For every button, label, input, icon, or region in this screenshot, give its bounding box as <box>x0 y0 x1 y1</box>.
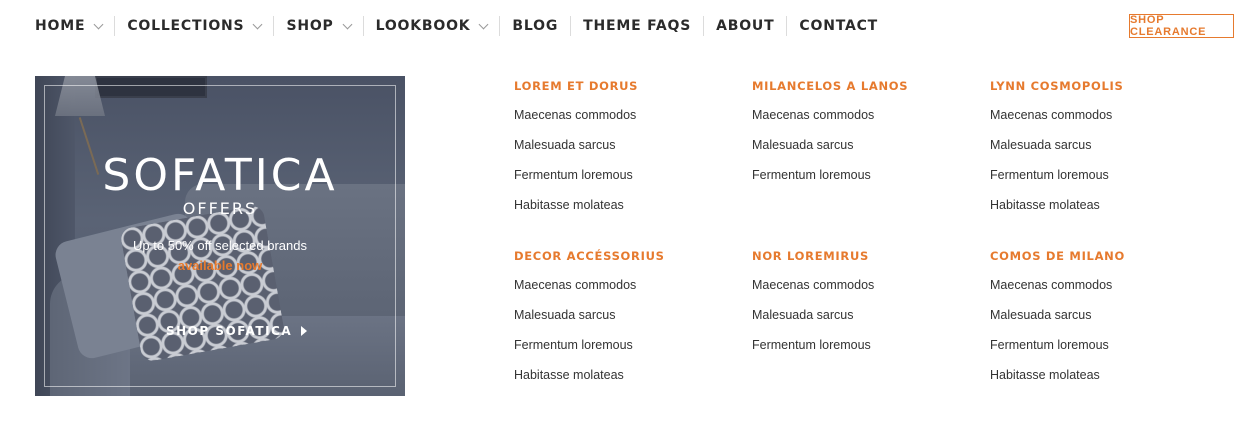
menu-column: MILANCELOS A LANOS Maecenas commodos Mal… <box>752 77 972 196</box>
promo-frame <box>44 85 396 387</box>
nav-item-lookbook[interactable]: LOOKBOOK <box>362 16 500 36</box>
nav-item-label: THEME FAQS <box>583 18 692 34</box>
nav-item-contact[interactable]: CONTACT <box>786 16 890 36</box>
promo-subtitle: OFFERS <box>182 199 258 218</box>
menu-heading[interactable]: MILANCELOS A LANOS <box>752 77 972 95</box>
nav-item-theme-faqs[interactable]: THEME FAQS <box>570 16 703 36</box>
menu-link-list: Maecenas commodos Malesuada sarcus Ferme… <box>752 276 972 366</box>
main-navigation: HOME COLLECTIONS SHOP LOOKBOOK BLOG THEM… <box>0 0 1250 52</box>
menu-link[interactable]: Malesuada sarcus <box>514 306 734 336</box>
menu-heading[interactable]: LYNN COSMOPOLIS <box>990 77 1210 95</box>
nav-item-label: CONTACT <box>799 18 879 34</box>
menu-heading[interactable]: COMOS DE MILANO <box>990 247 1210 265</box>
menu-link[interactable]: Habitasse molateas <box>990 366 1210 396</box>
menu-link[interactable]: Habitasse molateas <box>990 196 1210 226</box>
menu-link[interactable]: Maecenas commodos <box>514 276 734 306</box>
nav-item-shop[interactable]: SHOP <box>273 16 362 36</box>
menu-link-list: Maecenas commodos Malesuada sarcus Ferme… <box>752 106 972 196</box>
menu-link[interactable]: Maecenas commodos <box>990 106 1210 136</box>
menu-link-list: Maecenas commodos Malesuada sarcus Ferme… <box>514 106 734 226</box>
menu-column: COMOS DE MILANO Maecenas commodos Malesu… <box>990 247 1210 396</box>
nav-item-collections[interactable]: COLLECTIONS <box>114 16 273 36</box>
menu-link[interactable]: Fermentum loremous <box>990 166 1210 196</box>
menu-link[interactable]: Malesuada sarcus <box>514 136 734 166</box>
menu-link[interactable]: Maecenas commodos <box>990 276 1210 306</box>
menu-link[interactable]: Malesuada sarcus <box>752 136 972 166</box>
shop-clearance-label: SHOP CLEARANCE <box>1130 14 1207 38</box>
nav-list: HOME COLLECTIONS SHOP LOOKBOOK BLOG THEM… <box>35 16 890 36</box>
menu-link[interactable]: Malesuada sarcus <box>990 136 1210 166</box>
promo-title: SOFATICA <box>102 150 338 201</box>
nav-item-home[interactable]: HOME <box>35 16 114 36</box>
menu-link[interactable]: Fermentum loremous <box>514 336 734 366</box>
promo-banner[interactable]: SOFATICA OFFERS Up to 50% off selected b… <box>35 76 405 396</box>
nav-item-blog[interactable]: BLOG <box>499 16 570 36</box>
menu-heading[interactable]: DECOR ACCÉSSORIUS <box>514 247 734 265</box>
menu-link-list: Maecenas commodos Malesuada sarcus Ferme… <box>990 276 1210 396</box>
menu-link[interactable]: Maecenas commodos <box>752 106 972 136</box>
caret-right-icon <box>301 326 308 336</box>
nav-item-label: BLOG <box>512 18 559 34</box>
menu-link[interactable]: Maecenas commodos <box>514 106 734 136</box>
menu-heading[interactable]: NOR LOREMIRUS <box>752 247 972 265</box>
menu-link[interactable]: Maecenas commodos <box>752 276 972 306</box>
menu-link[interactable]: Fermentum loremous <box>514 166 734 196</box>
menu-link[interactable]: Malesuada sarcus <box>990 306 1210 336</box>
nav-item-label: COLLECTIONS <box>127 18 245 34</box>
menu-link[interactable]: Habitasse molateas <box>514 196 734 226</box>
menu-link[interactable]: Fermentum loremous <box>752 336 972 366</box>
shop-sofatica-link[interactable]: SHOP SOFATICA <box>166 324 308 338</box>
nav-item-label: SHOP <box>286 18 334 34</box>
nav-item-label: HOME <box>35 18 86 34</box>
menu-column: DECOR ACCÉSSORIUS Maecenas commodos Male… <box>514 247 734 396</box>
promo-cta-label: SHOP SOFATICA <box>166 324 293 338</box>
nav-item-about[interactable]: ABOUT <box>703 16 786 36</box>
chevron-down-icon <box>253 19 263 29</box>
menu-column: LYNN COSMOPOLIS Maecenas commodos Malesu… <box>990 77 1210 226</box>
nav-item-label: ABOUT <box>716 18 775 34</box>
chevron-down-icon <box>93 19 104 29</box>
chevron-down-icon <box>478 19 489 29</box>
menu-column: LOREM ET DORUS Maecenas commodos Malesua… <box>514 77 734 226</box>
menu-link-list: Maecenas commodos Malesuada sarcus Ferme… <box>514 276 734 396</box>
menu-heading[interactable]: LOREM ET DORUS <box>514 77 734 95</box>
menu-column: NOR LOREMIRUS Maecenas commodos Malesuad… <box>752 247 972 366</box>
chevron-down-icon <box>342 19 353 29</box>
shop-clearance-button[interactable]: SHOP CLEARANCE <box>1129 14 1234 38</box>
menu-link[interactable]: Fermentum loremous <box>990 336 1210 366</box>
promo-highlight: available now <box>177 258 263 273</box>
nav-item-label: LOOKBOOK <box>375 18 471 34</box>
menu-link[interactable]: Malesuada sarcus <box>752 306 972 336</box>
menu-link[interactable]: Fermentum loremous <box>752 166 972 196</box>
promo-description: Up to 50% off selected brands <box>133 238 307 253</box>
menu-link-list: Maecenas commodos Malesuada sarcus Ferme… <box>990 106 1210 226</box>
menu-link[interactable]: Habitasse molateas <box>514 366 734 396</box>
